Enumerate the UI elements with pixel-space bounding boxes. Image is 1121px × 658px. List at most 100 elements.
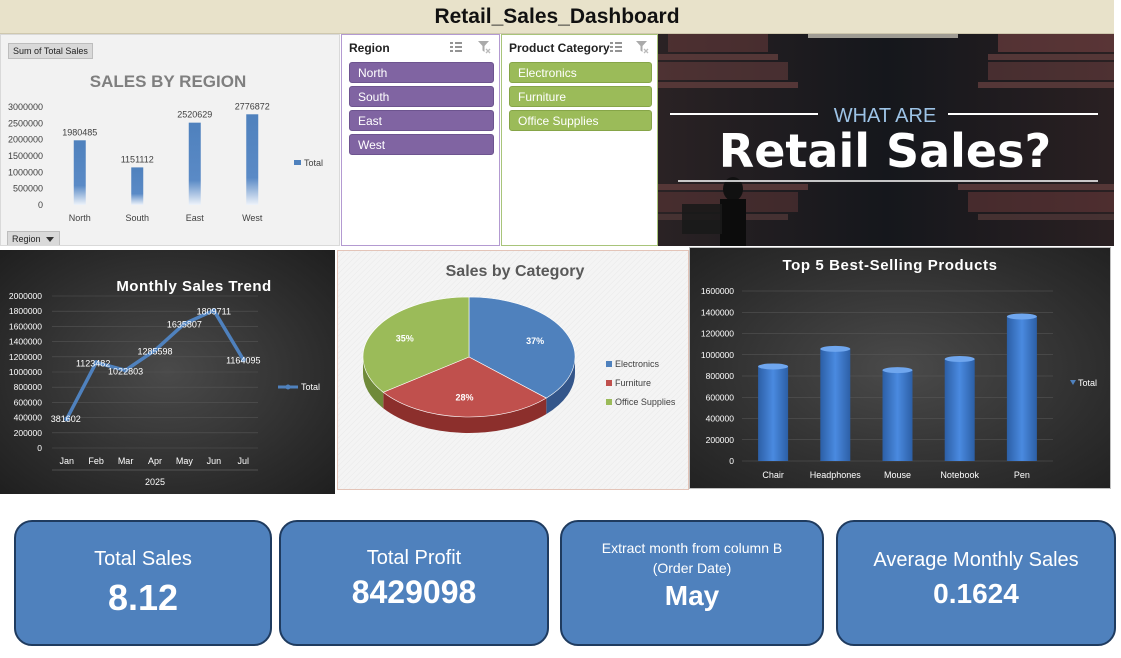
legend-swatch bbox=[606, 399, 612, 405]
kpi-order-month-value: May bbox=[664, 580, 720, 611]
dashboard-root: Retail_Sales_Dashboard Sum of Total Sale… bbox=[0, 0, 1121, 658]
slicer-item-office-supplies[interactable]: Office Supplies bbox=[509, 110, 652, 131]
x-tick-label: Pen bbox=[1014, 470, 1030, 480]
y-tick-label: 200000 bbox=[14, 428, 43, 438]
y-tick-label: 600000 bbox=[14, 397, 43, 407]
kpi-total-sales-label: Total Sales bbox=[94, 548, 192, 570]
bar-chair bbox=[758, 366, 789, 461]
y-tick-label: 400000 bbox=[14, 413, 43, 423]
clear-filter-icon[interactable] bbox=[477, 40, 491, 54]
bar-headphones bbox=[820, 348, 851, 461]
bar-cap bbox=[820, 345, 851, 352]
kpi-average-monthly-sales-label: Average Monthly Sales bbox=[873, 549, 1079, 571]
data-label: 1164095 bbox=[226, 356, 260, 366]
y-tick-label: 400000 bbox=[706, 414, 735, 424]
clear-filter-icon[interactable] bbox=[635, 40, 649, 54]
kpi-total-profit-value: 8429098 bbox=[351, 574, 477, 610]
kpi-average-monthly-sales-value: 0.1624 bbox=[933, 578, 1019, 609]
x-tick-label: Apr bbox=[148, 456, 162, 466]
x-tick-label: West bbox=[242, 213, 263, 223]
kpi-average-monthly-sales-card: Average Monthly Sales 0.1624 bbox=[836, 520, 1116, 646]
bar-cap bbox=[1006, 313, 1037, 320]
data-label: 2520629 bbox=[177, 110, 212, 120]
kpi-total-sales-value: 8.12 bbox=[107, 577, 179, 618]
bar-cap bbox=[944, 356, 975, 362]
bar-west bbox=[246, 114, 259, 205]
multi-select-icon[interactable] bbox=[609, 40, 623, 54]
bar-east bbox=[188, 122, 201, 205]
product-category-slicer-header: Product Category bbox=[509, 41, 610, 55]
slicer-item-north[interactable]: North bbox=[349, 62, 494, 83]
y-tick-label: 0 bbox=[729, 456, 734, 466]
kpi-total-profit-label: Total Profit bbox=[366, 547, 462, 569]
data-label: 1285598 bbox=[137, 346, 172, 356]
y-tick-label: 800000 bbox=[14, 382, 43, 392]
y-tick-label: 1500000 bbox=[8, 151, 43, 161]
slicer-item-west[interactable]: West bbox=[349, 134, 494, 155]
region-slicer: Region North South East West bbox=[341, 34, 500, 246]
y-tick-label: 0 bbox=[38, 200, 43, 210]
y-tick-label: 1000000 bbox=[701, 350, 734, 360]
legend-swatch bbox=[294, 160, 301, 165]
kpi-total-profit-card: Total Profit 8429098 bbox=[279, 520, 549, 646]
data-label: 1123482 bbox=[76, 359, 110, 369]
sales-by-category-chart: Sales by Category 37% 28% 35% Electronics Fur… bbox=[338, 251, 688, 489]
data-label: 2776872 bbox=[235, 101, 270, 111]
slicer-item-electronics[interactable]: Electronics bbox=[509, 62, 652, 83]
data-label: 1022803 bbox=[108, 366, 143, 376]
x-tick-label: Notebook bbox=[940, 470, 979, 480]
kpi-order-month-card: Extract month from column B (Order Date)… bbox=[560, 520, 824, 646]
slicer-item-furniture[interactable]: Furniture bbox=[509, 86, 652, 107]
bar-south bbox=[131, 167, 144, 205]
y-tick-label: 500000 bbox=[13, 184, 43, 194]
data-label: 1635807 bbox=[167, 320, 202, 330]
product-category-slicer: Product Category Electronics Furniture O… bbox=[501, 34, 658, 246]
y-tick-label: 2000000 bbox=[9, 291, 42, 301]
bar-mouse bbox=[882, 370, 913, 461]
x-tick-label: North bbox=[69, 213, 91, 223]
data-label: 37% bbox=[526, 336, 544, 346]
kpi-order-month-label: Extract month from column B (Order Date) bbox=[601, 540, 783, 576]
bar-pen bbox=[1006, 316, 1037, 461]
supermarket-shelves-graphic: WHAT ARE Retail Sales? bbox=[658, 34, 1114, 246]
x-tick-label: Feb bbox=[88, 456, 104, 466]
y-tick-label: 2500000 bbox=[8, 118, 43, 128]
data-label: 1809711 bbox=[197, 306, 231, 316]
slicer-item-south[interactable]: South bbox=[349, 86, 494, 107]
y-tick-label: 1800000 bbox=[9, 306, 42, 316]
x-tick-label: May bbox=[176, 456, 194, 466]
y-tick-label: 1400000 bbox=[701, 307, 734, 317]
legend-label: Office Supplies bbox=[615, 397, 676, 407]
data-label: 1151112 bbox=[121, 154, 154, 164]
legend-label: Total bbox=[301, 382, 320, 392]
retail-sales-banner-image: WHAT ARE Retail Sales? bbox=[658, 34, 1114, 246]
x-tick-label: Chair bbox=[762, 470, 784, 480]
y-tick-label: 1600000 bbox=[9, 321, 42, 331]
kpi-total-sales-card: Total Sales 8.12 bbox=[14, 520, 272, 646]
top5-products-panel[interactable]: Top 5 Best-Selling Products 1600000 140000… bbox=[689, 247, 1111, 489]
sales-by-region-panel[interactable]: Sum of Total Sales Region SALES BY REGIO… bbox=[0, 34, 340, 246]
multi-select-icon[interactable] bbox=[449, 40, 463, 54]
x-tick-label: Mar bbox=[118, 456, 134, 466]
legend-swatch bbox=[606, 361, 612, 367]
y-tick-label: 0 bbox=[37, 443, 42, 453]
chart-title: SALES BY REGION bbox=[90, 72, 247, 91]
sales-by-region-chart: SALES BY REGION 3000000 2500000 2000000 1500… bbox=[8, 72, 323, 223]
x-tick-label: Jun bbox=[207, 456, 222, 466]
x-tick-label: Headphones bbox=[810, 470, 862, 480]
y-tick-label: 1000000 bbox=[8, 167, 43, 177]
x-tick-label: Mouse bbox=[884, 470, 911, 480]
y-tick-label: 2000000 bbox=[8, 135, 43, 145]
bar-north bbox=[73, 140, 86, 205]
monthly-sales-trend-chart: Monthly Sales Trend200000018000001600000… bbox=[9, 278, 320, 487]
y-tick-label: 3000000 bbox=[8, 102, 43, 112]
top5-products-chart: Top 5 Best-Selling Products 1600000 140000… bbox=[701, 257, 1097, 480]
y-tick-label: 1200000 bbox=[701, 329, 734, 339]
legend-swatch bbox=[1070, 380, 1076, 385]
monthly-sales-trend-panel[interactable]: Monthly Sales Trend 2000000 1800000 1600000… bbox=[0, 250, 335, 494]
sales-by-category-panel[interactable]: Sales by Category 37% 28% 35% Electronics Fur… bbox=[337, 250, 689, 490]
slicer-item-east[interactable]: East bbox=[349, 110, 494, 131]
bar-cap bbox=[882, 367, 913, 374]
legend-swatch bbox=[606, 380, 612, 386]
x-tick-label: Jan bbox=[59, 456, 74, 466]
